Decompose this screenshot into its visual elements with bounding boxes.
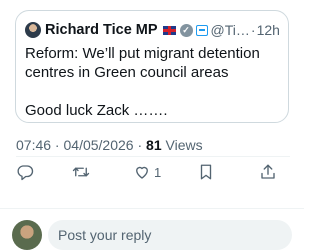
bookmark-button[interactable] bbox=[197, 162, 215, 182]
views-label: Views bbox=[161, 137, 203, 153]
affiliate-icon bbox=[195, 24, 208, 36]
meta-separator: · bbox=[133, 137, 147, 153]
retweet-button[interactable] bbox=[72, 162, 90, 182]
quoted-text-line: Reform: We’ll put migrant detention cent… bbox=[25, 45, 260, 81]
flag-icon bbox=[162, 25, 176, 35]
retweet-icon bbox=[72, 167, 90, 177]
share-button[interactable] bbox=[259, 162, 277, 182]
reply-composer bbox=[12, 220, 292, 250]
quoted-author-handle[interactable]: @Ti… bbox=[211, 22, 250, 38]
like-button[interactable]: 1 bbox=[133, 162, 161, 182]
views-count[interactable]: 81 bbox=[146, 137, 162, 153]
user-avatar[interactable] bbox=[12, 220, 42, 250]
heart-icon bbox=[136, 166, 148, 179]
quoted-author-name[interactable]: Richard Tice MP bbox=[45, 22, 158, 38]
like-count: 1 bbox=[154, 164, 162, 180]
tweet-meta: 07:46 · 04/05/2026 · 81 Views bbox=[16, 137, 288, 153]
header-separator: · bbox=[250, 22, 256, 38]
quoted-tweet-header: Richard Tice MP ✓ @Ti… · 12h bbox=[25, 21, 283, 39]
tweet-time[interactable]: 07:46 bbox=[16, 137, 51, 153]
quoted-tweet-card[interactable]: Richard Tice MP ✓ @Ti… · 12h Reform: We’… bbox=[15, 10, 289, 123]
quoted-text-line: Good luck Zack ……. bbox=[25, 102, 168, 119]
meta-separator: · bbox=[51, 137, 64, 153]
reply-button[interactable] bbox=[16, 162, 34, 182]
quoted-author-avatar[interactable] bbox=[25, 22, 41, 38]
tweet-actions: 1 bbox=[16, 158, 288, 186]
reply-icon bbox=[17, 165, 34, 181]
quoted-tweet-text: Reform: We’ll put migrant detention cent… bbox=[25, 44, 283, 120]
divider bbox=[0, 208, 304, 209]
tweet-date[interactable]: 04/05/2026 bbox=[64, 137, 134, 153]
divider bbox=[16, 156, 290, 157]
share-icon bbox=[261, 164, 275, 179]
quoted-tweet-time[interactable]: 12h bbox=[257, 22, 280, 38]
reply-input[interactable] bbox=[48, 220, 292, 250]
bookmark-icon bbox=[200, 164, 212, 180]
verified-icon: ✓ bbox=[179, 23, 193, 37]
